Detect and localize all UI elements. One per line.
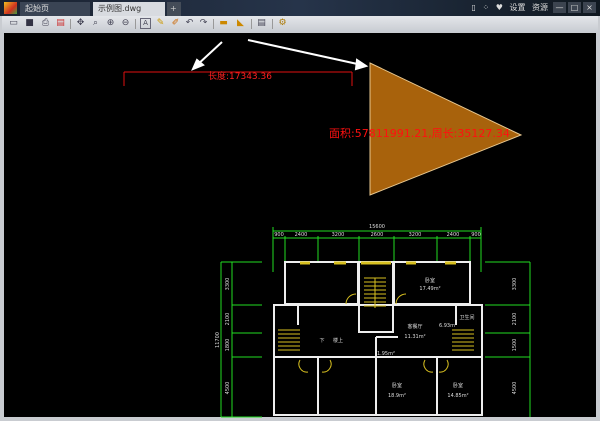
svg-text:900: 900 <box>274 232 284 238</box>
svg-text:4500: 4500 <box>512 382 518 395</box>
svg-text:11.31m²: 11.31m² <box>404 334 425 340</box>
svg-text:3300: 3300 <box>512 278 518 291</box>
svg-text:11700: 11700 <box>215 332 221 348</box>
svg-text:卫生间: 卫生间 <box>459 314 474 321</box>
svg-text:1500: 1500 <box>512 339 518 352</box>
svg-text:卧室: 卧室 <box>453 382 463 389</box>
svg-text:卧室: 卧室 <box>425 277 435 284</box>
arrow-to-area-tool <box>247 39 363 66</box>
svg-text:1.95m²: 1.95m² <box>377 351 395 357</box>
svg-text:2400: 2400 <box>295 232 308 238</box>
svg-text:900: 900 <box>471 232 481 238</box>
svg-text:3200: 3200 <box>409 232 422 238</box>
svg-text:14.85m²: 14.85m² <box>447 393 468 399</box>
svg-text:2100: 2100 <box>225 313 231 326</box>
area-label: 面积:57811991.21,周长:35127.34 <box>329 127 510 140</box>
svg-text:客餐厅: 客餐厅 <box>407 323 422 330</box>
svg-text:15600: 15600 <box>369 224 385 230</box>
svg-text:2400: 2400 <box>447 232 460 238</box>
svg-text:4500: 4500 <box>225 382 231 395</box>
svg-text:6.93m²: 6.93m² <box>439 323 457 329</box>
svg-text:2600: 2600 <box>371 232 384 238</box>
svg-text:下: 下 <box>319 338 324 344</box>
svg-text:3300: 3300 <box>225 278 231 291</box>
svg-text:卧室: 卧室 <box>392 382 402 389</box>
dimension-labels: 15600 900 2400 3200 2600 3200 2400 900 3… <box>215 224 518 394</box>
svg-text:楼上: 楼上 <box>333 337 343 344</box>
svg-text:18.9m²: 18.9m² <box>388 393 406 399</box>
drawing-overlay: 长度:17343.36 面积:57811991.21,周长:35127.34 1… <box>123 39 531 418</box>
length-label: 长度:17343.36 <box>208 70 272 82</box>
svg-text:17.49m²: 17.49m² <box>419 286 440 292</box>
annotation-arrows <box>191 39 369 71</box>
svg-text:3200: 3200 <box>332 232 345 238</box>
svg-text:1800: 1800 <box>225 339 231 352</box>
svg-text:2100: 2100 <box>512 313 518 326</box>
